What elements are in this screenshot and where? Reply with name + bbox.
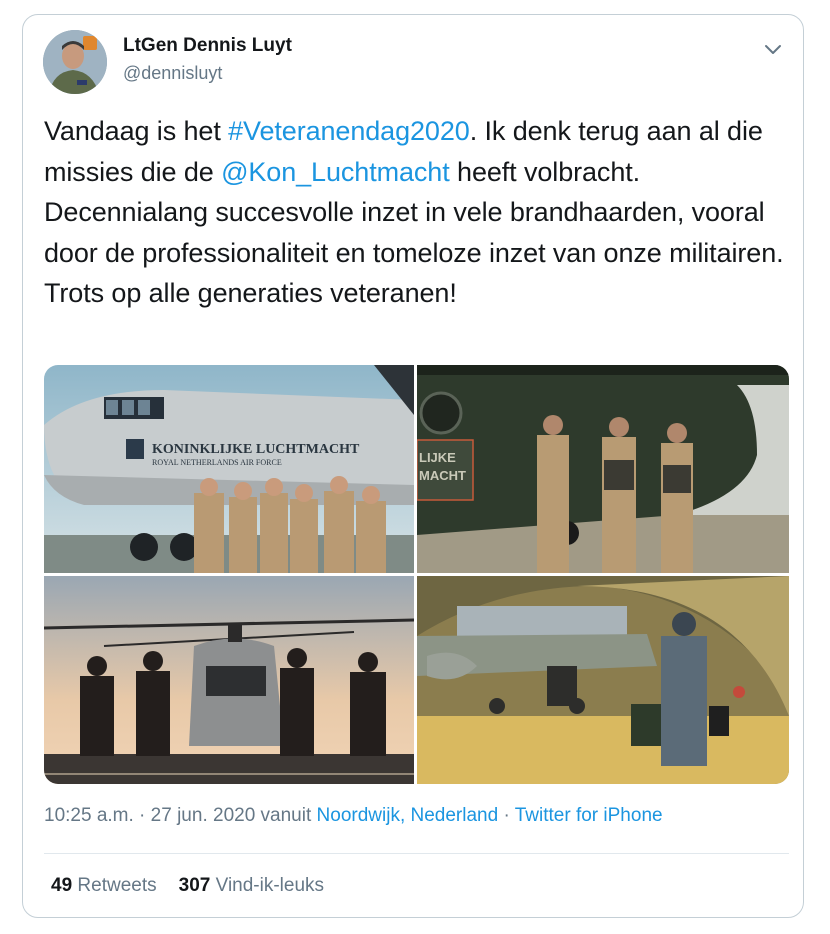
photo-helicopter-crew[interactable]: LIJKE MACHT <box>417 365 789 573</box>
tweet-date[interactable]: 27 jun. 2020 <box>151 805 256 826</box>
mention-link[interactable]: @Kon_Luchtmacht <box>221 157 450 187</box>
hashtag-link[interactable]: #Veteranendag2020 <box>228 116 470 146</box>
tweet-card: LtGen Dennis Luyt @dennisluyt Vandaag is… <box>22 14 804 918</box>
likes-label: Vind-ik-leuks <box>215 875 325 896</box>
likes-stat[interactable]: 307 Vind-ik-leuks <box>179 875 324 896</box>
heli-lettering-line2: MACHT <box>419 468 466 483</box>
divider <box>44 853 789 854</box>
chevron-down-icon[interactable] <box>761 37 785 61</box>
photo-hangar-pilot[interactable] <box>417 576 789 784</box>
source-link[interactable]: Twitter for iPhone <box>515 805 663 826</box>
avatar[interactable] <box>43 30 107 94</box>
retweets-label: Retweets <box>77 875 157 896</box>
meta-separator: · <box>498 805 515 826</box>
likes-count: 307 <box>178 875 211 896</box>
author-name[interactable]: LtGen Dennis Luyt <box>123 35 292 57</box>
tweet-text: Vandaag is het #Veteranendag2020. Ik den… <box>44 111 789 314</box>
plane-lettering-line1: KONINKLIJKE LUCHTMACHT <box>152 442 360 457</box>
heli-lettering-line1: LIJKE <box>419 450 456 465</box>
meta-separator: · <box>133 805 151 826</box>
photo-helicopter-sunset[interactable] <box>44 576 414 784</box>
via-prefix: vanuit <box>255 805 317 826</box>
tweet-meta: 10:25 a.m. · 27 jun. 2020 vanuit Noordwi… <box>44 805 663 827</box>
location-link[interactable]: Noordwijk, Nederland <box>317 805 499 826</box>
plane-lettering-line2: ROYAL NETHERLANDS AIR FORCE <box>152 458 282 467</box>
retweets-count: 49 <box>51 875 73 896</box>
tweet-stats: 49 Retweets 307 Vind-ik-leuks <box>51 875 324 897</box>
retweets-stat[interactable]: 49 Retweets <box>51 875 157 896</box>
photo-plane-crew[interactable]: KONINKLIJKE LUCHTMACHT ROYAL NETHERLANDS… <box>44 365 414 573</box>
avatar-image <box>43 30 107 94</box>
tweet-time[interactable]: 10:25 a.m. <box>44 805 134 826</box>
tweet-text-part: Vandaag is het <box>44 116 229 146</box>
media-grid: KONINKLIJKE LUCHTMACHT ROYAL NETHERLANDS… <box>44 365 789 784</box>
author-handle[interactable]: @dennisluyt <box>123 63 222 84</box>
